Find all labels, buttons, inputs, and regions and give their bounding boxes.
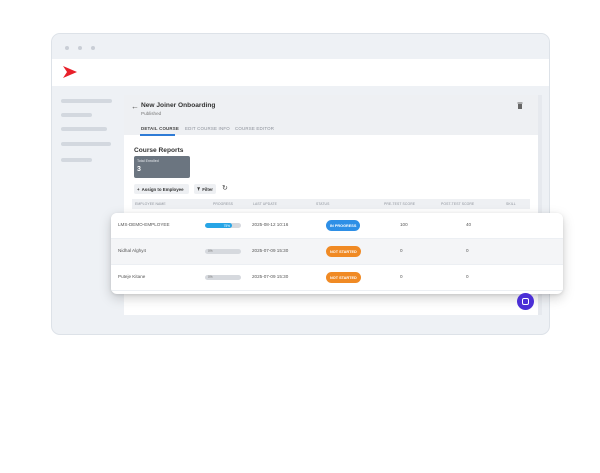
post-test-score: 0: [466, 248, 469, 253]
table-row[interactable]: Nidhal Alghy4 0% 2025-07-09 15:30 NOT ST…: [111, 239, 563, 265]
post-test-score: 40: [466, 222, 472, 227]
filter-button-label: Filter: [202, 186, 213, 192]
column-header[interactable]: POST-TEST SCORE: [441, 202, 474, 206]
progress-value: 75%: [223, 223, 230, 228]
sidebar-item[interactable]: [61, 142, 111, 146]
column-header[interactable]: PRE-TEST SCORE: [384, 202, 415, 206]
sidebar-item[interactable]: [61, 127, 107, 131]
progress-bar: 0%: [205, 275, 241, 280]
progress-fill: 75%: [205, 223, 232, 228]
stat-value: 3: [137, 166, 141, 173]
stage: ← New Joiner Onboarding Published DETAIL…: [0, 0, 600, 473]
stat-label: Total Enrolled: [137, 159, 159, 163]
table-row[interactable]: Puteje Kitane 0% 2025-07-09 15:30 NOT ST…: [111, 265, 563, 291]
course-header: ← New Joiner Onboarding Published DETAIL…: [124, 95, 538, 135]
employee-table-card: LMS-DEMO-EMPLOYEE 75% 2025-08-12 10:16 I…: [111, 213, 563, 294]
progress-bar: 75%: [205, 223, 241, 228]
window-titlebar: [52, 34, 549, 58]
active-tab-indicator: [140, 134, 175, 136]
assign-button-label: Assign to Employee: [141, 186, 184, 192]
play-logo-icon[interactable]: [62, 65, 78, 79]
progress-bar: 0%: [205, 249, 241, 254]
sidebar-item[interactable]: [61, 99, 112, 103]
column-header[interactable]: PROGRESS: [213, 202, 233, 206]
progress-value: 0%: [208, 249, 213, 253]
section-title: Course Reports: [134, 147, 184, 154]
tab-edit-course-info[interactable]: EDIT COURSE INFO: [185, 126, 230, 131]
trash-icon[interactable]: [517, 102, 523, 109]
table-header: EMPLOYEE NAME PROGRESS LAST UPDATE STATU…: [132, 199, 530, 209]
filter-button[interactable]: Filter: [194, 184, 216, 194]
total-enrolled-card: Total Enrolled 3: [134, 156, 190, 178]
column-header[interactable]: LAST UPDATE: [253, 202, 277, 206]
post-test-score: 0: [466, 274, 469, 279]
pre-test-score: 0: [400, 248, 403, 253]
status-badge: NOT STARTED: [326, 272, 361, 283]
pre-test-score: 100: [400, 222, 408, 227]
last-update: 2025-07-09 15:30: [252, 274, 289, 279]
sidebar-item[interactable]: [61, 158, 92, 162]
table-row[interactable]: LMS-DEMO-EMPLOYEE 75% 2025-08-12 10:16 I…: [111, 213, 563, 239]
window-dot: [65, 46, 69, 50]
last-update: 2025-08-12 10:16: [252, 222, 289, 227]
refresh-icon[interactable]: ↻: [222, 185, 228, 193]
tab-course-editor[interactable]: COURSE EDITOR: [235, 126, 274, 131]
assign-employee-button[interactable]: + Assign to Employee: [134, 184, 189, 194]
chat-icon: [522, 298, 529, 305]
pre-test-score: 0: [400, 274, 403, 279]
status-badge: IN PROGRESS: [326, 220, 361, 231]
status-badge: NOT STARTED: [326, 246, 361, 257]
chat-button[interactable]: [517, 293, 534, 310]
course-status: Published: [141, 111, 162, 116]
window-dot: [78, 46, 82, 50]
window-dot: [91, 46, 95, 50]
app-header: [52, 59, 549, 86]
employee-name: Nidhal Alghy4: [118, 248, 147, 253]
plus-icon: +: [137, 186, 140, 192]
last-update: 2025-07-09 15:30: [252, 248, 289, 253]
column-header[interactable]: STATUS: [316, 202, 329, 206]
progress-value: 0%: [208, 275, 213, 279]
back-arrow-icon[interactable]: ←: [131, 102, 139, 111]
employee-name: Puteje Kitane: [118, 274, 146, 279]
filter-icon: [197, 187, 201, 191]
employee-name: LMS-DEMO-EMPLOYEE: [118, 222, 170, 227]
tab-detail-course[interactable]: DETAIL COURSE: [141, 126, 179, 131]
sidebar-item[interactable]: [61, 113, 92, 117]
course-title: New Joiner Onboarding: [141, 102, 216, 109]
column-header[interactable]: SKILL: [506, 202, 516, 206]
column-header[interactable]: EMPLOYEE NAME: [135, 202, 166, 206]
